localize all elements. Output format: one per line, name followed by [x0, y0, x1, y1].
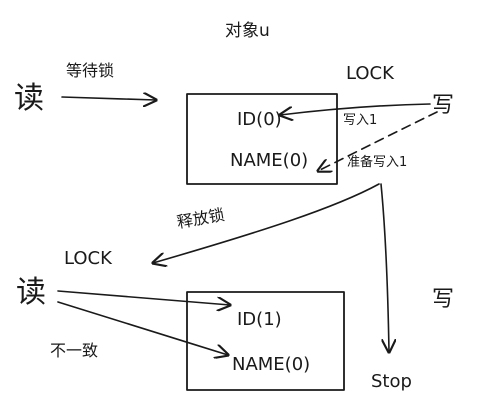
reader-top: 读 — [14, 81, 44, 116]
bottom-field-id: ID(1) — [237, 309, 282, 330]
release-lock-label: 释放锁 — [175, 205, 226, 232]
write-in-label: 写入1 — [343, 113, 377, 128]
top-field-id: ID(0) — [237, 109, 282, 130]
top-field-name: NAME(0) — [230, 150, 308, 171]
writer-bottom: 写 — [432, 287, 454, 312]
prepare-write-label: 准备写入1 — [347, 154, 407, 170]
object-box-bottom — [186, 291, 345, 391]
stop-label: Stop — [371, 371, 412, 392]
arrow-wait-lock — [61, 97, 156, 100]
lock-label-bottom: LOCK — [64, 248, 113, 269]
diagram-canvas: 对象u ID(0) NAME(0) ID(1) NAME(0) 读 读 写 写 … — [0, 0, 477, 418]
writer-top: 写 — [432, 93, 454, 118]
diagram-title: 对象u — [225, 21, 270, 41]
arrow-read-id — [57, 290, 230, 305]
reader-bottom: 读 — [16, 275, 46, 310]
inconsistent-label: 不一致 — [50, 341, 98, 360]
lock-label-top: LOCK — [346, 63, 395, 84]
wait-lock-label: 等待锁 — [66, 61, 114, 80]
bottom-field-name: NAME(0) — [232, 354, 310, 375]
arrow-writer-stop — [380, 183, 389, 352]
diagram-svg: 对象u ID(0) NAME(0) ID(1) NAME(0) 读 读 写 写 … — [14, 21, 454, 392]
